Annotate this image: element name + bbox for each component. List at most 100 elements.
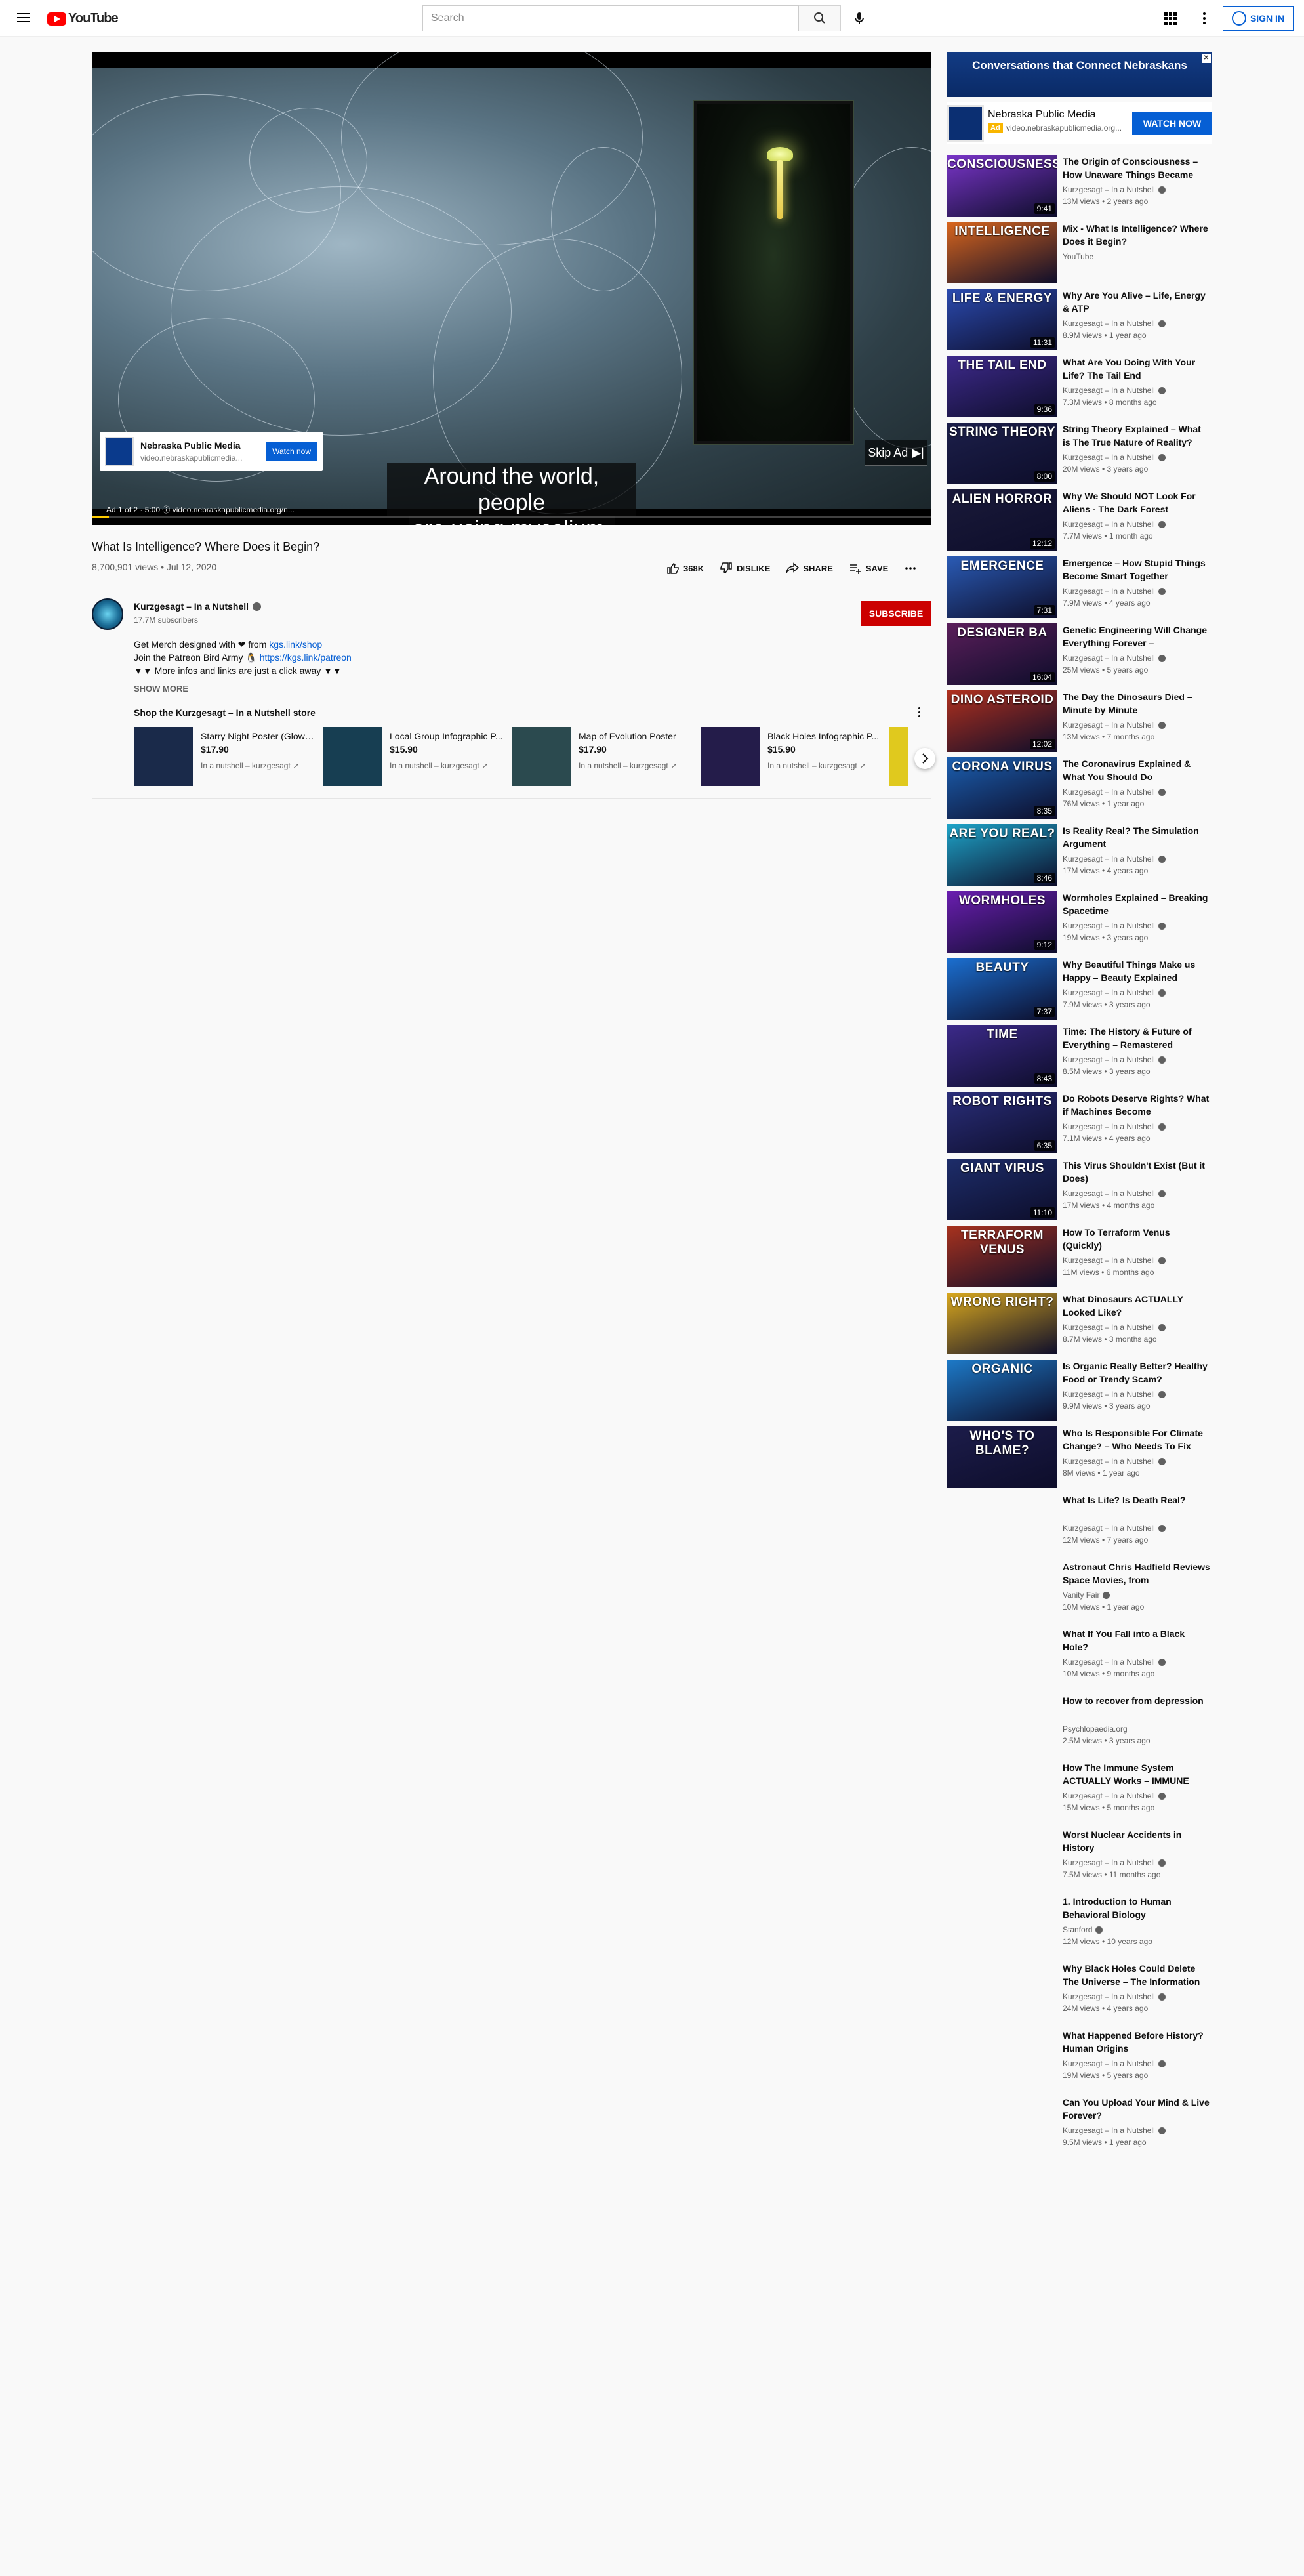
sidebar-ad-banner[interactable]: Conversations that Connect Nebraskans ✕ (947, 52, 1212, 97)
shop-product[interactable]: Starry Night Poster (Glow i... $17.90 In a… (134, 727, 317, 790)
video-thumbnail[interactable]: GIANT VIRUS 11:10 (947, 1159, 1057, 1220)
recommended-video[interactable]: WRONG RIGHT? What Dinosaurs ACTUALLY Look… (947, 1293, 1212, 1354)
recommended-video[interactable]: DINO ASTEROID 12:02 The Day the Dinosaurs … (947, 690, 1212, 752)
ad-overlay-card[interactable]: Nebraska Public Media video.nebraskapubl… (100, 432, 323, 471)
search-input[interactable]: Search (422, 5, 799, 31)
video-thumbnail[interactable]: ROBOT RIGHTS 6:35 (947, 1092, 1057, 1153)
video-thumbnail[interactable]: WORMHOLES 9:12 (947, 891, 1057, 953)
shop-product[interactable]: Black Holes Infographic P... $15.90 In a n… (701, 727, 884, 790)
subscribe-button[interactable]: SUBSCRIBE (861, 601, 931, 626)
recommended-video[interactable]: CORONA VIRUS 8:35 The Coronavirus Explaine… (947, 757, 1212, 819)
video-thumbnail[interactable]: EMERGENCE 7:31 (947, 556, 1057, 618)
recommended-video[interactable]: Can You Upload Your Mind & Live Forever?… (947, 2096, 1212, 2157)
ad-progress-fill (92, 516, 109, 518)
ad-progress-bar[interactable] (92, 516, 931, 518)
recommended-video[interactable]: STRING THEORY 8:00 String Theory Explained… (947, 423, 1212, 484)
merch-link[interactable]: kgs.link/shop (269, 639, 322, 650)
recommended-video[interactable]: ROBOT RIGHTS 6:35 Do Robots Deserve Rights… (947, 1092, 1212, 1153)
recommended-video[interactable]: Astronaut Chris Hadfield Reviews Space M… (947, 1560, 1212, 1622)
video-thumbnail[interactable]: ORGANIC (947, 1360, 1057, 1421)
recommended-video[interactable]: What If You Fall into a Black Hole? Kurzg… (947, 1627, 1212, 1689)
recommended-video[interactable]: LIFE & ENERGY 11:31 Why Are You Alive – Li… (947, 289, 1212, 350)
video-thumbnail[interactable]: WHO'S TO BLAME? (947, 1426, 1057, 1488)
recommended-video[interactable]: DESIGNER BA 16:04 Genetic Engineering Will… (947, 623, 1212, 685)
search-button[interactable] (799, 5, 841, 31)
show-more-button[interactable]: SHOW MORE (134, 684, 188, 694)
menu-icon[interactable] (16, 10, 31, 26)
recommended-video[interactable]: TERRAFORM VENUS How To Terraform Venus (Q… (947, 1226, 1212, 1287)
ad-watch-now-button[interactable]: WATCH NOW (1132, 112, 1212, 135)
video-thumbnail[interactable]: DINO ASTEROID 12:02 (947, 690, 1057, 752)
apps-grid-icon[interactable] (1162, 10, 1178, 26)
recommended-video[interactable]: BEAUTY 7:37 Why Beautiful Things Make us H… (947, 958, 1212, 1020)
recommended-video[interactable]: TIME 8:43 Time: The History & Future of Ev… (947, 1025, 1212, 1087)
recommended-views: 7.1M views • 4 years ago (1063, 1134, 1151, 1143)
recommended-channel: Kurzgesagt – In a Nutshell (1063, 319, 1166, 328)
recommended-title: Genetic Engineering Will Change Everythi… (1063, 625, 1208, 648)
video-thumbnail[interactable]: DESIGNER BA 16:04 (947, 623, 1057, 685)
recommended-title: The Coronavirus Explained & What You Sho… (1063, 758, 1191, 782)
recommended-title: The Origin of Consciousness – How Unawar… (1063, 156, 1198, 180)
recommended-video[interactable]: What Is Life? Is Death Real? Kurzgesagt –… (947, 1493, 1212, 1555)
verified-icon (1158, 320, 1166, 327)
share-button[interactable]: SHARE (786, 559, 833, 577)
video-thumbnail[interactable]: ARE YOU REAL? 8:46 (947, 824, 1057, 886)
recommended-video[interactable]: GIANT VIRUS 11:10 This Virus Shouldn't Exi… (947, 1159, 1212, 1220)
video-thumbnail[interactable]: WRONG RIGHT? (947, 1293, 1057, 1354)
video-thumbnail[interactable]: TERRAFORM VENUS (947, 1226, 1057, 1287)
video-thumbnail[interactable]: LIFE & ENERGY 11:31 (947, 289, 1057, 350)
patreon-link[interactable]: https://kgs.link/patreon (260, 652, 352, 663)
channel-name[interactable]: Kurzgesagt – In a Nutshell (134, 601, 262, 612)
ad-close-icon[interactable]: ✕ (1202, 54, 1211, 63)
video-player[interactable]: Around the world, people are using mycel… (92, 52, 931, 525)
recommended-video[interactable]: How to recover from depression Psychlopae… (947, 1694, 1212, 1756)
recommended-video[interactable]: 1. Introduction to Human Behavioral Biol… (947, 1895, 1212, 1957)
settings-menu-icon[interactable] (1196, 10, 1212, 26)
video-thumbnail[interactable]: ALIEN HORROR 12:12 (947, 489, 1057, 551)
recommended-title: Worst Nuclear Accidents in History (1063, 1829, 1182, 1853)
recommended-video[interactable]: THE TAIL END 9:36 What Are You Doing With … (947, 356, 1212, 417)
shelf-next-button[interactable] (914, 748, 935, 769)
recommended-video[interactable]: ORGANIC Is Organic Really Better? Healthy… (947, 1360, 1212, 1421)
sign-in-button[interactable]: SIGN IN (1223, 6, 1294, 31)
recommended-video[interactable]: EMERGENCE 7:31 Emergence – How Stupid Thin… (947, 556, 1212, 618)
shop-product-peek[interactable] (889, 727, 908, 786)
recommended-video[interactable]: Why Black Holes Could Delete The Univers… (947, 1962, 1212, 2024)
recommended-video[interactable]: What Happened Before History? Human Orig… (947, 2029, 1212, 2090)
verified-icon (1158, 186, 1166, 194)
recommended-video[interactable]: CONSCIOUSNESS 9:41 The Origin of Conscious… (947, 155, 1212, 217)
recommended-channel: Kurzgesagt – In a Nutshell (1063, 654, 1166, 663)
shop-product[interactable]: Map of Evolution Poster $17.90 In a nutshe… (512, 727, 695, 790)
like-button[interactable]: 368K (666, 559, 704, 577)
save-button[interactable]: SAVE (849, 559, 888, 577)
thumbnail-text: INTELLIGENCE (954, 224, 1050, 238)
recommended-video[interactable]: ALIEN HORROR 12:12 Why We Should NOT Look … (947, 489, 1212, 551)
recommended-video[interactable]: How The Immune System ACTUALLY Works – I… (947, 1761, 1212, 1823)
thumbnail-text: TERRAFORM VENUS (961, 1228, 1044, 1257)
voice-search-button[interactable] (846, 5, 872, 31)
recommended-video[interactable]: WORMHOLES 9:12 Wormholes Explained – Break… (947, 891, 1212, 953)
recommended-video[interactable]: ARE YOU REAL? 8:46 Is Reality Real? The Si… (947, 824, 1212, 886)
video-duration: 8:46 (1034, 873, 1055, 883)
video-thumbnail[interactable]: CORONA VIRUS 8:35 (947, 757, 1057, 819)
recommended-video[interactable]: Worst Nuclear Accidents in History Kurzge… (947, 1828, 1212, 1890)
dislike-button[interactable]: DISLIKE (720, 559, 770, 577)
youtube-logo[interactable]: YouTube (47, 11, 119, 26)
recommended-views: 11M views • 6 months ago (1063, 1268, 1154, 1277)
video-thumbnail[interactable]: THE TAIL END 9:36 (947, 356, 1057, 417)
video-thumbnail[interactable]: CONSCIOUSNESS 9:41 (947, 155, 1057, 217)
skip-ad-button[interactable]: Skip Ad ▶| (865, 440, 927, 466)
channel-avatar[interactable] (92, 598, 123, 630)
shop-product[interactable]: Local Group Infographic P... $15.90 In a n… (323, 727, 506, 790)
video-thumbnail[interactable]: BEAUTY 7:37 (947, 958, 1057, 1020)
ad-watch-now-button[interactable]: Watch now (266, 442, 317, 461)
sidebar-ad-row[interactable]: Nebraska Public Media Ad video.nebraskap… (947, 102, 1212, 144)
video-thumbnail[interactable]: STRING THEORY 8:00 (947, 423, 1057, 484)
more-actions-button[interactable] (904, 559, 917, 577)
shop-more-icon[interactable] (913, 706, 926, 719)
recommended-video[interactable]: INTELLIGENCE Mix - What Is Intelligence? … (947, 222, 1212, 283)
video-thumbnail[interactable]: INTELLIGENCE (947, 222, 1057, 283)
recommended-video[interactable]: WHO'S TO BLAME? Who Is Responsible For Cl… (947, 1426, 1212, 1488)
video-thumbnail[interactable]: TIME 8:43 (947, 1025, 1057, 1087)
recommended-title: Mix - What Is Intelligence? Where Does i… (1063, 223, 1208, 247)
